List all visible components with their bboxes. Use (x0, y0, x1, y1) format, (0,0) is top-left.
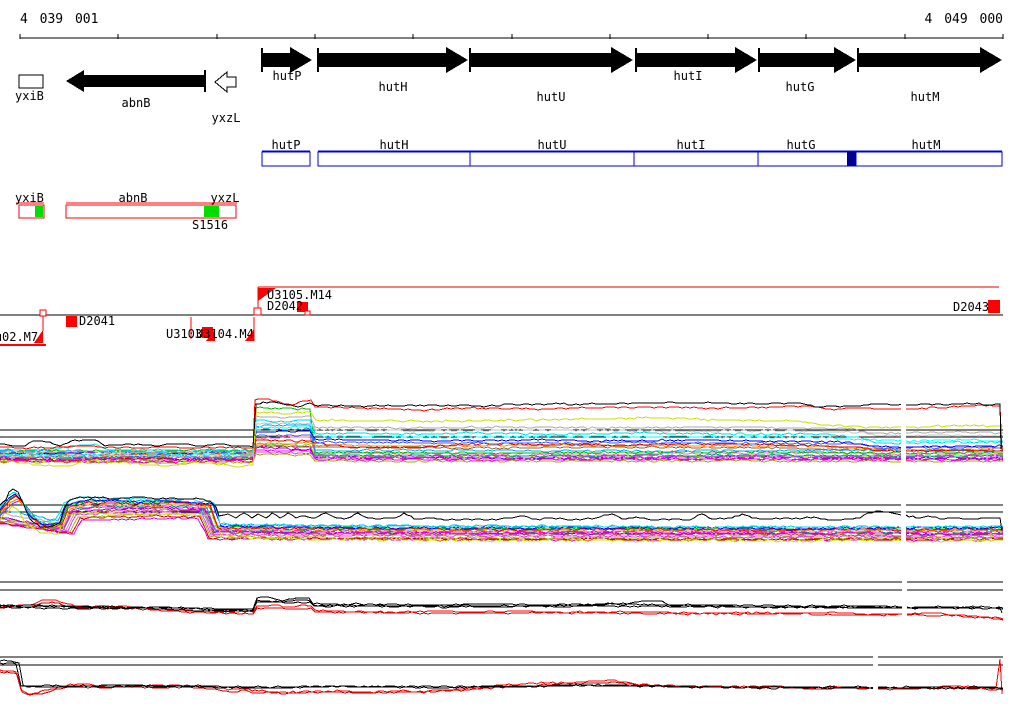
feature-label-abnB[interactable]: abnB (119, 191, 148, 205)
marker-square[interactable] (66, 316, 77, 327)
gene-label-yxiB[interactable]: yxiB (15, 89, 44, 103)
gene-arrow-yxzL[interactable]: yxzL (212, 70, 241, 125)
gene-label-hutI[interactable]: hutI (674, 69, 703, 83)
gene-box-yxiB[interactable]: yxiB (15, 74, 44, 103)
marker-label-D2042[interactable]: D2042 (267, 299, 303, 313)
gene-body (470, 53, 611, 67)
track-gap (901, 486, 906, 548)
marker-label-D2041[interactable]: D2041 (79, 314, 115, 328)
gene-body (262, 53, 290, 67)
gene-arrow-hutP[interactable]: hutP (261, 47, 312, 83)
ruler (19, 34, 1004, 39)
ruler-end-label: 4 049 000 (925, 12, 1003, 27)
browser-canvas: 4 039 001 4 049 000 hutP hutH hutU hutI hutG… (0, 12, 1004, 697)
expression-track-1 (0, 396, 1004, 468)
expression-track-3 (0, 576, 1004, 622)
gene-label-hutH[interactable]: hutH (379, 80, 408, 94)
gene-label-hutU[interactable]: hutU (537, 90, 566, 104)
expression-trace (0, 488, 1003, 532)
gene-label-yxzL[interactable]: yxzL (212, 111, 241, 125)
operon-label-hutP[interactable]: hutP (272, 138, 301, 152)
marker-label-D2043[interactable]: D2043 (953, 300, 989, 314)
operon-row: hutP hutH hutU hutI hutG hutM (261, 138, 1003, 167)
gene-arrowhead (611, 47, 633, 73)
feature-row: yxiB abnB yxzL S1516 (15, 191, 239, 232)
gene-arrowhead (446, 47, 468, 73)
feature-label-S1516[interactable]: S1516 (192, 218, 228, 232)
gene-arrow-hutG[interactable]: hutG (758, 47, 856, 94)
gene-arrow-hutH[interactable]: hutH (317, 47, 468, 94)
gene-body (318, 53, 446, 67)
feature-label-yxiB[interactable]: yxiB (15, 191, 44, 205)
operon-box-hut[interactable] (317, 151, 1003, 167)
operon-box-hutP[interactable] (261, 151, 311, 167)
gene-arrow-outline (214, 70, 237, 94)
marker-square-open[interactable] (253, 307, 262, 316)
genome-browser: 4 039 001 4 049 000 hutP hutH hutU hutI hutG… (0, 0, 1024, 714)
expression-trace (0, 596, 1003, 614)
gene-body (759, 53, 834, 67)
operon-label-hutI[interactable]: hutI (677, 138, 706, 152)
gene-body (636, 53, 735, 67)
expression-trace (0, 658, 1003, 695)
gene-arrowhead (980, 47, 1002, 73)
expression-trace (0, 491, 1003, 529)
gene-label-abnB[interactable]: abnB (122, 96, 151, 110)
track-gap (873, 652, 878, 697)
feature-label-yxzL[interactable]: yxzL (211, 191, 240, 205)
gene-tail-bar (204, 70, 206, 92)
gene-arrowhead (735, 47, 757, 73)
marker-square-open[interactable] (304, 310, 311, 316)
gene-body (858, 53, 980, 67)
track-gap (902, 576, 907, 622)
operon-label-hutM[interactable]: hutM (912, 138, 941, 152)
gene-arrowhead (834, 47, 856, 73)
marker-square[interactable] (988, 300, 1000, 313)
gene-box (18, 74, 44, 89)
feature-green-segment[interactable] (204, 206, 219, 217)
gene-body (84, 75, 206, 87)
feature-green-segment[interactable] (35, 206, 43, 217)
ruler-start-label: 4 039 001 (20, 12, 98, 27)
operon-label-hutU[interactable]: hutU (538, 138, 567, 152)
operon-label-hutH[interactable]: hutH (380, 138, 409, 152)
marker-label-U3104.M4[interactable]: U3104.M4 (196, 327, 254, 341)
gene-arrowhead (66, 70, 84, 92)
marker-square-open[interactable] (39, 309, 47, 317)
expression-track-4 (0, 652, 1004, 697)
gene-arrow-hutU[interactable]: hutU (469, 47, 633, 104)
marker-clipped-char (0, 334, 1, 341)
gene-label-hutM[interactable]: hutM (911, 90, 940, 104)
gene-label-hutP[interactable]: hutP (273, 69, 302, 83)
operon-filled-segment[interactable] (847, 152, 856, 166)
gene-arrow-abnB[interactable]: abnB (66, 70, 206, 110)
gene-arrow-hutI[interactable]: hutI (635, 47, 757, 83)
marker-row: 02.M7D2041U3103U3104.M4U3105.M14D2042 D20… (0, 286, 1003, 346)
expression-trace (0, 599, 1004, 620)
marker-underline (0, 344, 46, 346)
expression-trace (0, 671, 1004, 696)
expression-trace (0, 601, 1004, 621)
expression-track-2 (0, 486, 1004, 548)
marker-label-02.M7[interactable]: 02.M7 (2, 330, 38, 344)
gene-label-hutG[interactable]: hutG (786, 80, 815, 94)
gene-arrow-hutM[interactable]: hutM (857, 47, 1002, 104)
operon-label-hutG[interactable]: hutG (787, 138, 816, 152)
expression-trace (0, 659, 1003, 689)
track-gap (901, 396, 906, 466)
